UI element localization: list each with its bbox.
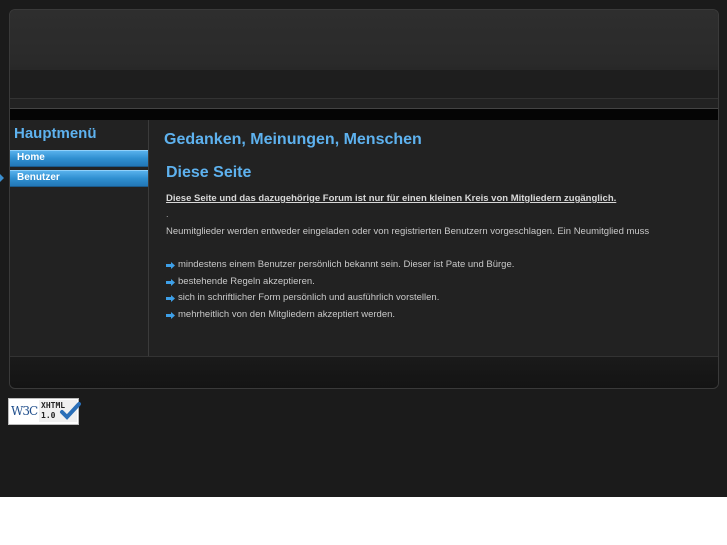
list-item-text: mindestens einem Benutzer persönlich bek… xyxy=(178,259,515,270)
menu-item-label: Home xyxy=(17,152,45,163)
section-title: Diese Seite xyxy=(166,164,252,181)
intro-text: Diese Seite und das dazugehörige Forum i… xyxy=(166,193,617,204)
list-item: mehrheitlich von den Mitgliedern akzepti… xyxy=(166,309,514,326)
sidebar: Hauptmenü Home Benutzer xyxy=(10,120,149,356)
active-menu-marker-icon xyxy=(0,174,4,182)
menu-item-benutzer[interactable]: Benutzer xyxy=(10,170,148,187)
navigation-bar xyxy=(10,108,718,120)
menu-item-label: Benutzer xyxy=(17,172,60,183)
paragraph-text: Neumitglieder werden entweder eingeladen… xyxy=(166,226,650,237)
arrow-right-icon xyxy=(166,311,175,319)
arrow-right-icon xyxy=(166,278,175,286)
list-item: mindestens einem Benutzer persönlich bek… xyxy=(166,259,514,276)
list-item-text: bestehende Regeln akzeptieren. xyxy=(178,275,315,287)
main-frame: Hauptmenü Home Benutzer Gedanken, Meinun… xyxy=(9,9,719,389)
checkmark-icon xyxy=(60,402,81,420)
footer-bar xyxy=(10,356,718,388)
arrow-right-icon xyxy=(166,295,175,302)
list-item: bestehende Regeln akzeptieren. xyxy=(166,276,514,293)
list-item: sich in schriftlicher Form persönlich un… xyxy=(166,292,514,309)
w3c-logo-text: W3C xyxy=(11,404,38,418)
w3c-xhtml-badge[interactable]: W3C XHTML 1.0 xyxy=(8,398,81,425)
list-item-text: sich in schriftlicher Form persönlich un… xyxy=(178,292,440,303)
header-banner xyxy=(10,10,718,99)
header-band xyxy=(10,70,718,98)
sidebar-title: Hauptmenü xyxy=(14,125,97,142)
menu-item-home[interactable]: Home xyxy=(10,150,148,167)
content-area: Gedanken, Meinungen, Menschen Diese Seit… xyxy=(149,120,718,356)
separator-dot: . xyxy=(166,209,169,219)
arrow-right-icon xyxy=(166,262,175,269)
xhtml-version: 1.0 xyxy=(41,411,56,420)
requirements-list: mindestens einem Benutzer persönlich bek… xyxy=(166,259,514,325)
site-title: Gedanken, Meinungen, Menschen xyxy=(164,131,422,148)
list-item-text: mehrheitlich von den Mitgliedern akzepti… xyxy=(178,308,396,320)
